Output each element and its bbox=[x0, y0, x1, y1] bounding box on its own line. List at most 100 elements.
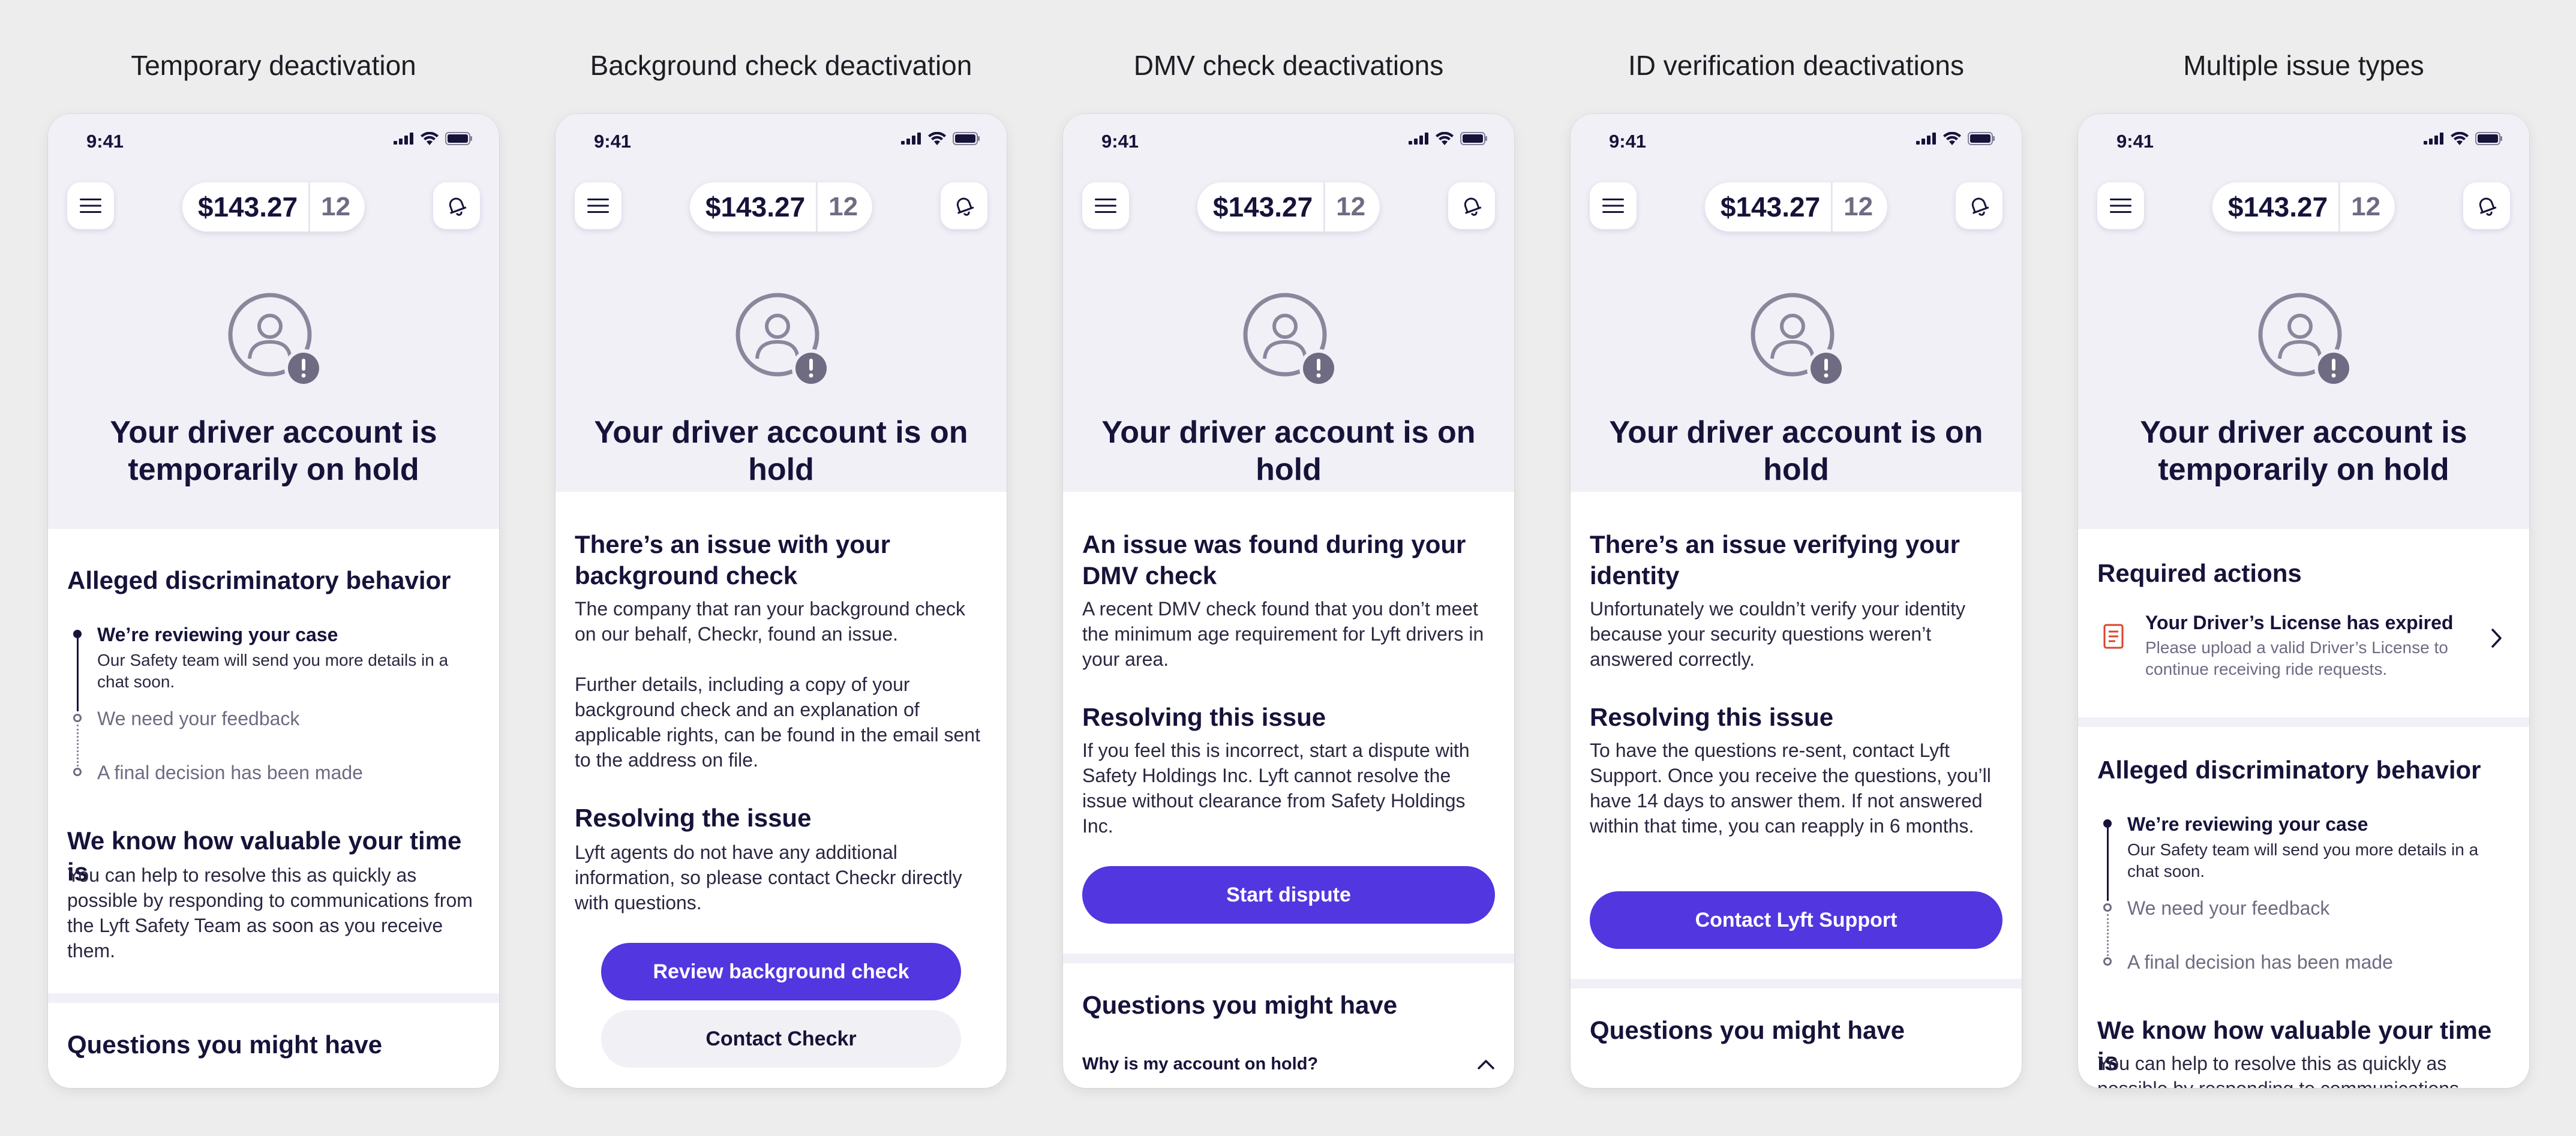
timeline-dot bbox=[2103, 957, 2112, 966]
earnings-pill[interactable]: $143.27 12 bbox=[182, 182, 365, 232]
cellular-signal-icon bbox=[394, 133, 413, 145]
action-title: Your Driver’s License has expired bbox=[2145, 612, 2454, 633]
phone-frame: 9:41 $143.27 12 Your driver account is t… bbox=[2078, 114, 2529, 1088]
column-title: ID verification deactivations bbox=[1628, 50, 1964, 81]
wifi-icon bbox=[1943, 132, 1961, 145]
ride-count: 12 bbox=[2351, 192, 2381, 221]
document-icon bbox=[2103, 624, 2124, 649]
ride-count: 12 bbox=[828, 192, 858, 221]
phone-frame: 9:41 $143.27 12 Your driver account is t… bbox=[48, 114, 499, 1088]
timeline-step: A final decision has been made bbox=[2127, 951, 2393, 973]
section-divider bbox=[1571, 979, 2022, 988]
hero-title: Your driver account is temporarily on ho… bbox=[2140, 415, 2467, 487]
timeline-step: We’re reviewing your case Our Safety tea… bbox=[2127, 813, 2510, 882]
earnings-divider bbox=[1831, 182, 1833, 232]
bell-icon bbox=[449, 197, 467, 216]
issue-title: Alleged discriminatory behavior bbox=[2097, 756, 2481, 784]
earnings-pill[interactable]: $143.27 12 bbox=[1197, 182, 1380, 232]
earnings-amount: $143.27 bbox=[1720, 191, 1821, 223]
account-alert-avatar bbox=[1749, 291, 1845, 387]
menu-button[interactable] bbox=[1590, 182, 1637, 229]
account-alert-avatar bbox=[1242, 291, 1338, 387]
timeline-step: We need your feedback bbox=[2127, 897, 2330, 919]
hero-panel: 9:41 $143.27 12 Your driver account is o… bbox=[556, 114, 1007, 492]
timeline-step-desc: Our Safety team will send you more detai… bbox=[97, 651, 449, 691]
battery-icon bbox=[445, 132, 472, 145]
user-alert-icon bbox=[735, 293, 830, 387]
status-icons bbox=[394, 132, 473, 145]
hamburger-icon bbox=[587, 199, 609, 213]
section-divider bbox=[2078, 717, 2529, 727]
section-divider bbox=[48, 993, 499, 1003]
earnings-pill[interactable]: $143.27 12 bbox=[2212, 182, 2395, 232]
status-time: 9:41 bbox=[2116, 131, 2154, 152]
timeline-step-title: We’re reviewing your case bbox=[2127, 813, 2368, 835]
hamburger-icon bbox=[80, 199, 101, 213]
review-background-check-button[interactable]: Review background check bbox=[601, 943, 961, 1000]
resolve-title: Resolving the issue bbox=[575, 804, 812, 832]
contact-checkr-button[interactable]: Contact Checkr bbox=[601, 1010, 961, 1068]
notification-button[interactable] bbox=[433, 182, 480, 229]
user-alert-icon bbox=[1243, 293, 1338, 387]
issue-body: Unfortunately we couldn’t verify your id… bbox=[1590, 598, 1966, 670]
questions-title: Questions you might have bbox=[1082, 991, 1398, 1019]
cellular-signal-icon bbox=[901, 133, 921, 145]
user-alert-icon bbox=[2258, 293, 2353, 387]
column-title: DMV check deactivations bbox=[1133, 50, 1444, 81]
contact-lyft-support-button[interactable]: Contact Lyft Support bbox=[1590, 891, 2002, 949]
bell-icon bbox=[956, 197, 974, 216]
earnings-pill[interactable]: $143.27 12 bbox=[1704, 182, 1888, 232]
ride-count: 12 bbox=[321, 192, 351, 221]
timeline-step-title: We’re reviewing your case bbox=[97, 624, 338, 645]
menu-button[interactable] bbox=[67, 182, 114, 229]
status-time: 9:41 bbox=[86, 131, 124, 152]
section-divider bbox=[1063, 954, 1514, 963]
notification-button[interactable] bbox=[941, 182, 987, 229]
action-description: Please upload a valid Driver’s License t… bbox=[2145, 638, 2448, 678]
cellular-signal-icon bbox=[1916, 133, 1936, 145]
resolve-body: Lyft agents do not have any additional i… bbox=[575, 842, 962, 913]
hamburger-icon bbox=[1095, 199, 1116, 213]
bell-icon bbox=[2479, 197, 2497, 216]
notification-button[interactable] bbox=[1956, 182, 2002, 229]
timeline-dot bbox=[73, 714, 82, 722]
menu-button[interactable] bbox=[1082, 182, 1129, 229]
notification-button[interactable] bbox=[2463, 182, 2510, 229]
resolve-title: Resolving this issue bbox=[1082, 703, 1326, 731]
resolve-body: To have the questions re-sent, contact L… bbox=[1590, 740, 1991, 837]
hero-panel: 9:41 $143.27 12 Your driver account is t… bbox=[48, 114, 499, 529]
account-alert-avatar bbox=[734, 291, 830, 387]
questions-title: Questions you might have bbox=[67, 1030, 383, 1059]
faq-question: Why is my account on hold? bbox=[1082, 1054, 1319, 1074]
chevron-up-icon bbox=[1478, 1059, 1494, 1069]
wifi-icon bbox=[421, 132, 439, 145]
time-body: You can help to resolve this as quickly … bbox=[67, 864, 473, 961]
ride-count: 12 bbox=[1844, 192, 1874, 221]
hero-title: Your driver account is on hold bbox=[594, 415, 968, 487]
issue-title: There’s an issue with your background ch… bbox=[575, 530, 890, 590]
earnings-amount: $143.27 bbox=[197, 191, 298, 223]
earnings-pill[interactable]: $143.27 12 bbox=[689, 182, 873, 232]
timeline-step-desc: Our Safety team will send you more detai… bbox=[2127, 840, 2479, 880]
drivers-license-action[interactable]: Your Driver’s License has expired Please… bbox=[2097, 612, 2510, 690]
start-dispute-button[interactable]: Start dispute bbox=[1082, 866, 1495, 924]
status-icons bbox=[2424, 132, 2503, 145]
status-time: 9:41 bbox=[594, 131, 632, 152]
questions-title: Questions you might have bbox=[1590, 1016, 1905, 1044]
timeline-dashed-line bbox=[2107, 914, 2109, 956]
menu-button[interactable] bbox=[575, 182, 622, 229]
resolve-body: If you feel this is incorrect, start a d… bbox=[1082, 740, 1470, 837]
column-title: Temporary deactivation bbox=[131, 50, 416, 81]
time-body: You can help to resolve this as quickly … bbox=[2097, 1053, 2459, 1088]
battery-icon bbox=[953, 132, 980, 145]
timeline-line bbox=[2107, 827, 2109, 901]
status-time: 9:41 bbox=[1609, 131, 1647, 152]
issue-title: Alleged discriminatory behavior bbox=[67, 566, 451, 594]
earnings-amount: $143.27 bbox=[705, 191, 806, 223]
chevron-right-icon bbox=[2491, 629, 2502, 648]
timeline-step: A final decision has been made bbox=[97, 762, 363, 783]
faq-item[interactable]: Why is my account on hold? bbox=[1082, 1054, 1495, 1074]
notification-button[interactable] bbox=[1448, 182, 1495, 229]
menu-button[interactable] bbox=[2097, 182, 2144, 229]
status-time: 9:41 bbox=[1101, 131, 1139, 152]
